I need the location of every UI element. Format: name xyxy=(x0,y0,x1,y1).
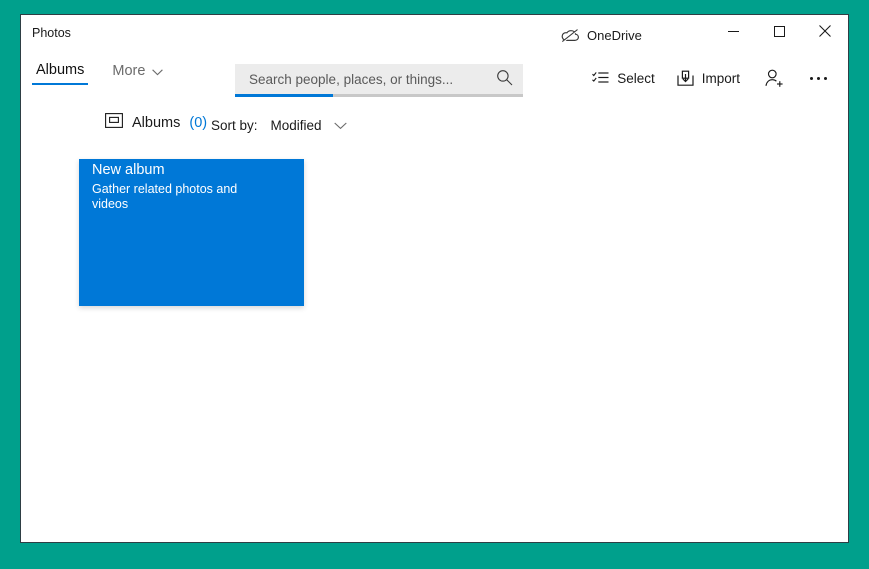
sort-by-group: Sort by: Modified xyxy=(211,115,351,136)
sort-by-dropdown[interactable]: Modified xyxy=(267,115,351,136)
add-person-button[interactable] xyxy=(751,61,797,95)
search-input[interactable] xyxy=(235,64,485,94)
sort-by-label: Sort by: xyxy=(211,118,258,133)
import-tray-icon xyxy=(677,70,694,87)
select-checklist-icon xyxy=(592,71,609,86)
ellipsis-icon xyxy=(810,76,827,80)
select-button[interactable]: Select xyxy=(581,61,666,95)
search-box[interactable] xyxy=(235,64,523,94)
person-add-icon xyxy=(764,69,784,88)
sub-header: Albums (0) Sort by: Modified xyxy=(21,102,848,146)
tab-more-label: More xyxy=(112,63,146,79)
app-title: Photos xyxy=(32,26,71,40)
search-underline xyxy=(235,94,523,97)
cloud-offline-icon xyxy=(561,28,580,43)
minimize-button[interactable] xyxy=(710,15,756,47)
search-underline-accent xyxy=(235,94,333,97)
tab-strip: Albums More xyxy=(32,59,167,89)
tab-more[interactable]: More xyxy=(108,59,167,89)
minimize-icon xyxy=(727,26,739,37)
album-icon xyxy=(105,113,123,132)
maximize-button[interactable] xyxy=(756,15,802,47)
new-album-text: New album Gather related photos and vide… xyxy=(92,161,252,213)
new-album-tile[interactable]: New album Gather related photos and vide… xyxy=(34,159,304,306)
maximize-icon xyxy=(773,25,785,37)
import-button[interactable]: Import xyxy=(666,61,751,95)
close-button[interactable] xyxy=(802,15,848,47)
albums-heading: Albums (0) xyxy=(105,113,207,132)
import-label: Import xyxy=(701,70,740,86)
new-album-title: New album xyxy=(92,161,165,178)
close-icon xyxy=(819,25,831,37)
chevron-down-icon xyxy=(333,118,347,133)
title-bar: Photos OneDrive xyxy=(21,15,848,54)
search-icon xyxy=(496,69,513,89)
albums-heading-text: Albums xyxy=(132,114,181,131)
tab-albums[interactable]: Albums xyxy=(32,59,89,87)
command-actions: Select Import xyxy=(581,61,840,95)
new-album-subtitle: Gather related photos and videos xyxy=(92,181,238,212)
photos-window: Photos OneDrive Albums More Search peopl… xyxy=(20,14,849,543)
search-button[interactable] xyxy=(485,64,523,94)
caption-buttons xyxy=(710,15,848,47)
command-bar: Albums More Search people, places, or th… xyxy=(21,54,848,102)
albums-count: (0) xyxy=(189,114,208,131)
more-options-button[interactable] xyxy=(797,61,840,95)
onedrive-status[interactable]: OneDrive xyxy=(561,23,642,47)
albums-grid: New album Gather related photos and vide… xyxy=(21,146,848,542)
onedrive-label: OneDrive xyxy=(587,27,642,43)
plus-icon xyxy=(34,174,64,205)
chevron-down-icon xyxy=(152,64,164,80)
select-label: Select xyxy=(617,70,655,86)
tab-albums-label: Albums xyxy=(36,62,85,78)
sort-by-value: Modified xyxy=(270,118,322,133)
